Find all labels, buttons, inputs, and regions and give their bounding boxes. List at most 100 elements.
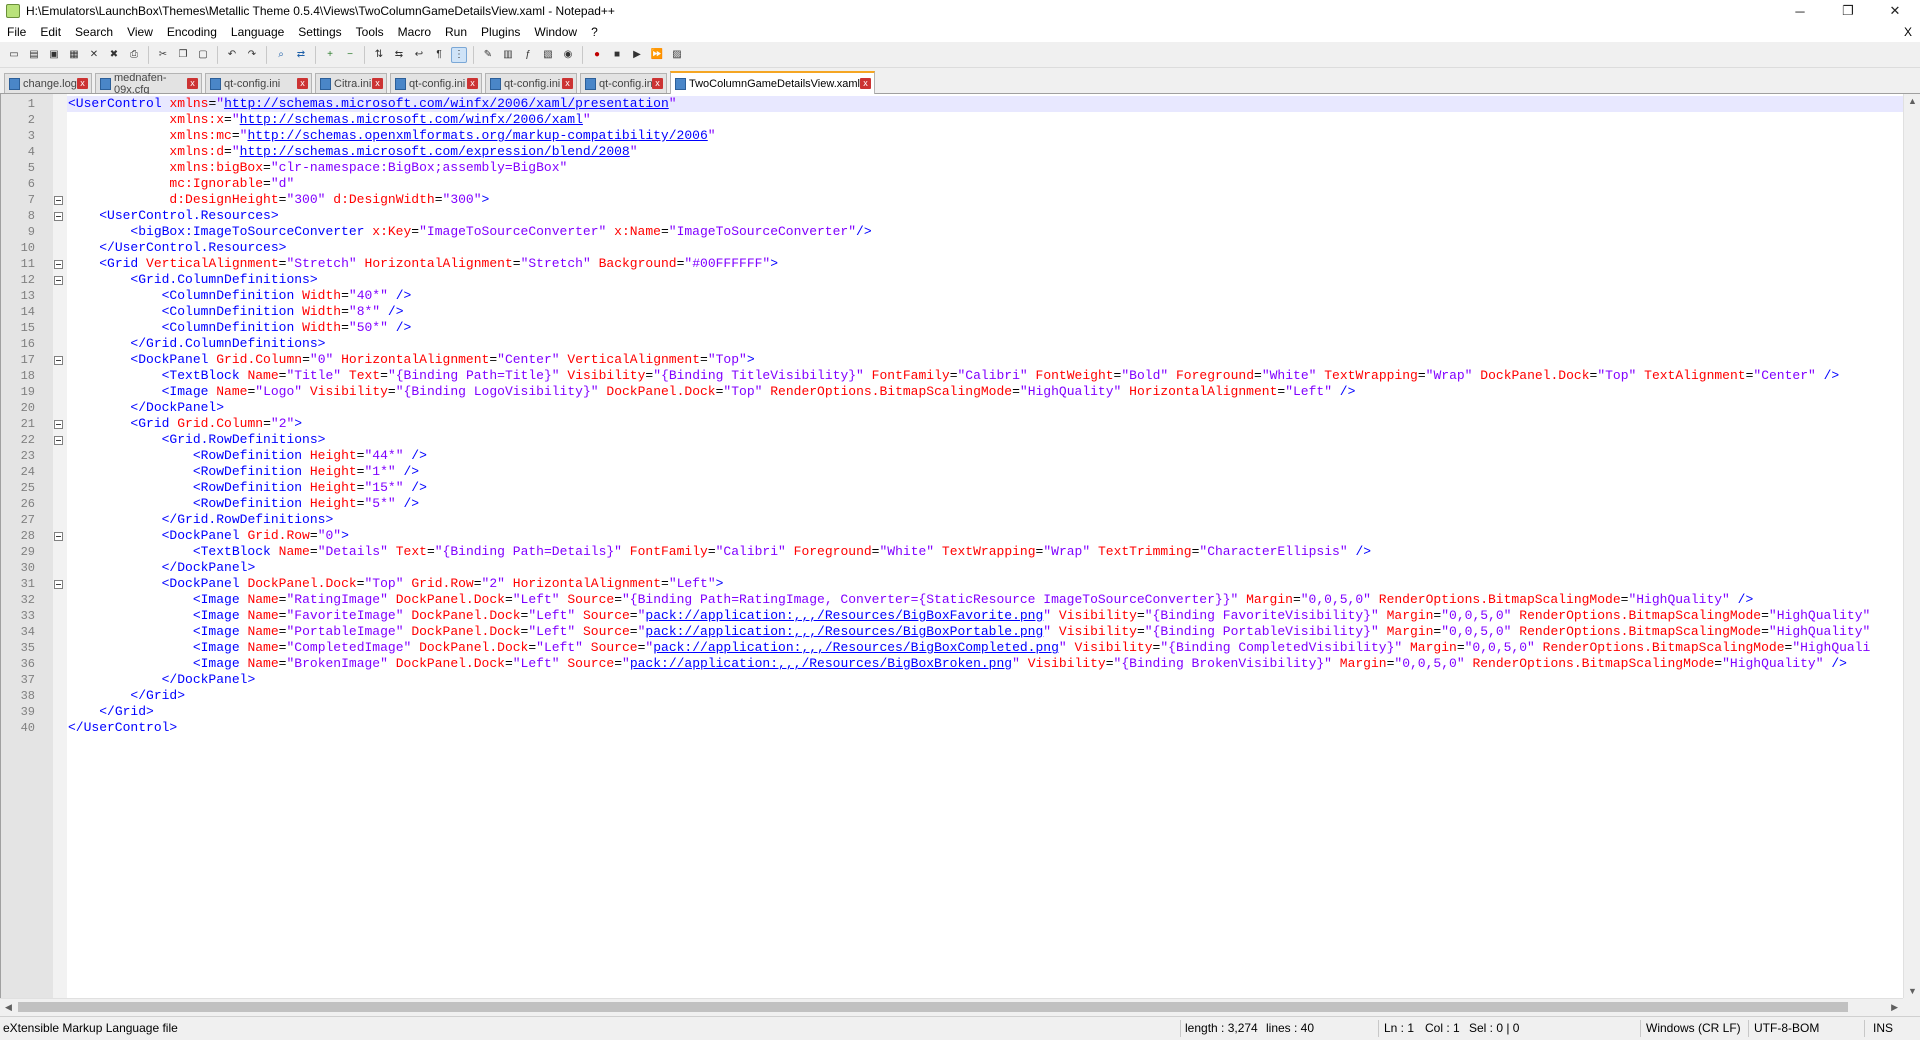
code-line[interactable]: 37 </DockPanel> [21, 672, 1920, 688]
tab-close-icon[interactable]: x [297, 78, 308, 89]
code-line[interactable]: 30 </DockPanel> [21, 560, 1920, 576]
code-line[interactable]: 28 <DockPanel Grid.Row="0"> [21, 528, 1920, 544]
vertical-scrollbar[interactable]: ▲ ▼ [1903, 94, 1920, 998]
menu-help[interactable]: ? [584, 22, 605, 42]
code-line[interactable]: 11 <Grid VerticalAlignment="Stretch" Hor… [21, 256, 1920, 272]
tab-close-icon[interactable]: x [562, 78, 573, 89]
tab-close-icon[interactable]: x [467, 78, 478, 89]
code-line[interactable]: 29 <TextBlock Name="Details" Text="{Bind… [21, 544, 1920, 560]
menu-run[interactable]: Run [438, 22, 474, 42]
code-line[interactable]: 15 <ColumnDefinition Width="50*" /> [21, 320, 1920, 336]
menu-search[interactable]: Search [68, 22, 120, 42]
menu-window[interactable]: Window [527, 22, 584, 42]
stop-recording-icon[interactable]: ■ [609, 47, 625, 63]
code-line[interactable]: 34 <Image Name="PortableImage" DockPanel… [21, 624, 1920, 640]
code-line[interactable]: 20 </DockPanel> [21, 400, 1920, 416]
fold-toggle-icon[interactable] [54, 580, 63, 589]
code-line[interactable]: 16 </Grid.ColumnDefinitions> [21, 336, 1920, 352]
fold-toggle-icon[interactable] [54, 420, 63, 429]
code-line[interactable]: 17 <DockPanel Grid.Column="0" Horizontal… [21, 352, 1920, 368]
save-icon[interactable]: ▣ [46, 47, 62, 63]
zoom-in-icon[interactable]: + [322, 47, 338, 63]
function-list-icon[interactable]: ƒ [520, 47, 536, 63]
code-line[interactable]: 38 </Grid> [21, 688, 1920, 704]
code-line[interactable]: 6 mc:Ignorable="d" [28, 176, 1920, 192]
zoom-out-icon[interactable]: − [342, 47, 358, 63]
code-line[interactable]: 25 <RowDefinition Height="15*" /> [21, 480, 1920, 496]
scroll-left-arrow-icon[interactable]: ◀ [5, 1002, 12, 1013]
new-file-icon[interactable]: ▭ [6, 47, 22, 63]
tab-document[interactable]: qt-config.ini x [580, 73, 667, 93]
code-line[interactable]: 13 <ColumnDefinition Width="40*" /> [21, 288, 1920, 304]
tab-close-icon[interactable]: x [187, 78, 198, 89]
fold-toggle-icon[interactable] [54, 212, 63, 221]
scroll-right-arrow-icon[interactable]: ▶ [1891, 1002, 1898, 1013]
cut-icon[interactable]: ✂ [155, 47, 171, 63]
close-icon[interactable]: ✕ [86, 47, 102, 63]
scroll-down-arrow-icon[interactable]: ▼ [1908, 986, 1917, 996]
tab-document[interactable]: qt-config.ini x [205, 73, 312, 93]
horizontal-scroll-thumb[interactable] [18, 1002, 1848, 1012]
maximize-button[interactable]: ❐ [1825, 0, 1871, 22]
code-view[interactable]: 1 <UserControl xmlns="http://schemas.micr… [21, 96, 1920, 736]
save-macro-icon[interactable]: ▨ [669, 47, 685, 63]
code-line[interactable]: 39 </Grid> [21, 704, 1920, 720]
code-line[interactable]: 40 </UserControl> [21, 720, 1920, 736]
save-all-icon[interactable]: ▦ [66, 47, 82, 63]
code-line[interactable]: 3 xmlns:mc="http://schemas.openxmlformat… [28, 128, 1920, 144]
code-line[interactable]: 31 <DockPanel DockPanel.Dock="Top" Grid.… [21, 576, 1920, 592]
code-line[interactable]: 1 <UserControl xmlns="http://schemas.micr… [28, 96, 1920, 112]
code-line[interactable]: 10 </UserControl.Resources> [21, 240, 1920, 256]
indent-guide-icon[interactable]: ⋮ [451, 46, 467, 63]
close-all-icon[interactable]: ✖ [106, 47, 122, 63]
redo-icon[interactable]: ↷ [244, 47, 260, 63]
tab-document[interactable]: qt-config.ini x [390, 73, 482, 93]
tab-close-icon[interactable]: x [372, 78, 383, 89]
fold-margin[interactable] [53, 94, 67, 998]
code-line[interactable]: 2 xmlns:x="http://schemas.microsoft.com/… [28, 112, 1920, 128]
code-line[interactable]: 32 <Image Name="RatingImage" DockPanel.D… [21, 592, 1920, 608]
status-eol-format[interactable]: Windows (CR LF) [1646, 1017, 1741, 1040]
print-icon[interactable]: ⎙ [126, 47, 142, 63]
fold-toggle-icon[interactable] [54, 532, 63, 541]
code-line[interactable]: 35 <Image Name="CompletedImage" DockPane… [21, 640, 1920, 656]
folder-as-workspace-icon[interactable]: ▧ [540, 47, 556, 63]
sync-horizontal-icon[interactable]: ⇆ [391, 47, 407, 63]
code-line[interactable]: 26 <RowDefinition Height="5*" /> [21, 496, 1920, 512]
code-line[interactable]: 9 <bigBox:ImageToSourceConverter x:Key="… [28, 224, 1920, 240]
menu-settings[interactable]: Settings [291, 22, 348, 42]
code-line[interactable]: 8 <UserControl.Resources> [28, 208, 1920, 224]
code-line[interactable]: 14 <ColumnDefinition Width="8*" /> [21, 304, 1920, 320]
code-line[interactable]: 19 <Image Name="Logo" Visibility="{Bindi… [21, 384, 1920, 400]
fold-toggle-icon[interactable] [54, 196, 63, 205]
paste-icon[interactable]: ▢ [195, 47, 211, 63]
code-line[interactable]: 18 <TextBlock Name="Title" Text="{Bindin… [21, 368, 1920, 384]
replace-icon[interactable]: ⇄ [293, 47, 309, 63]
sync-vertical-icon[interactable]: ⇅ [371, 47, 387, 63]
menu-language[interactable]: Language [224, 22, 291, 42]
status-insert-mode[interactable]: INS [1873, 1017, 1893, 1040]
tab-close-icon[interactable]: x [77, 78, 88, 89]
playback-macro-icon[interactable]: ▶ [629, 47, 645, 63]
menu-edit[interactable]: Edit [33, 22, 68, 42]
menu-encoding[interactable]: Encoding [160, 22, 224, 42]
code-line[interactable]: 7 d:DesignHeight="300" d:DesignWidth="30… [28, 192, 1920, 208]
code-line[interactable]: 12 <Grid.ColumnDefinitions> [21, 272, 1920, 288]
code-line[interactable]: 27 </Grid.RowDefinitions> [21, 512, 1920, 528]
scroll-up-arrow-icon[interactable]: ▲ [1908, 96, 1917, 106]
fold-toggle-icon[interactable] [54, 436, 63, 445]
menu-plugins[interactable]: Plugins [474, 22, 527, 42]
close-document-button[interactable]: X [1904, 22, 1912, 42]
minimize-button[interactable]: ─ [1777, 0, 1823, 22]
menu-view[interactable]: View [120, 22, 160, 42]
code-line[interactable]: 5 xmlns:bigBox="clr-namespace:BigBox;ass… [28, 160, 1920, 176]
monitoring-icon[interactable]: ◉ [560, 47, 576, 63]
code-line[interactable]: 22 <Grid.RowDefinitions> [21, 432, 1920, 448]
code-line[interactable]: 23 <RowDefinition Height="44*" /> [21, 448, 1920, 464]
close-window-button[interactable]: ✕ [1872, 0, 1918, 22]
code-line[interactable]: 36 <Image Name="BrokenImage" DockPanel.D… [21, 656, 1920, 672]
tab-close-icon[interactable]: x [860, 78, 871, 89]
code-line[interactable]: 21 <Grid Grid.Column="2"> [21, 416, 1920, 432]
undo-icon[interactable]: ↶ [224, 47, 240, 63]
copy-icon[interactable]: ❐ [175, 47, 191, 63]
